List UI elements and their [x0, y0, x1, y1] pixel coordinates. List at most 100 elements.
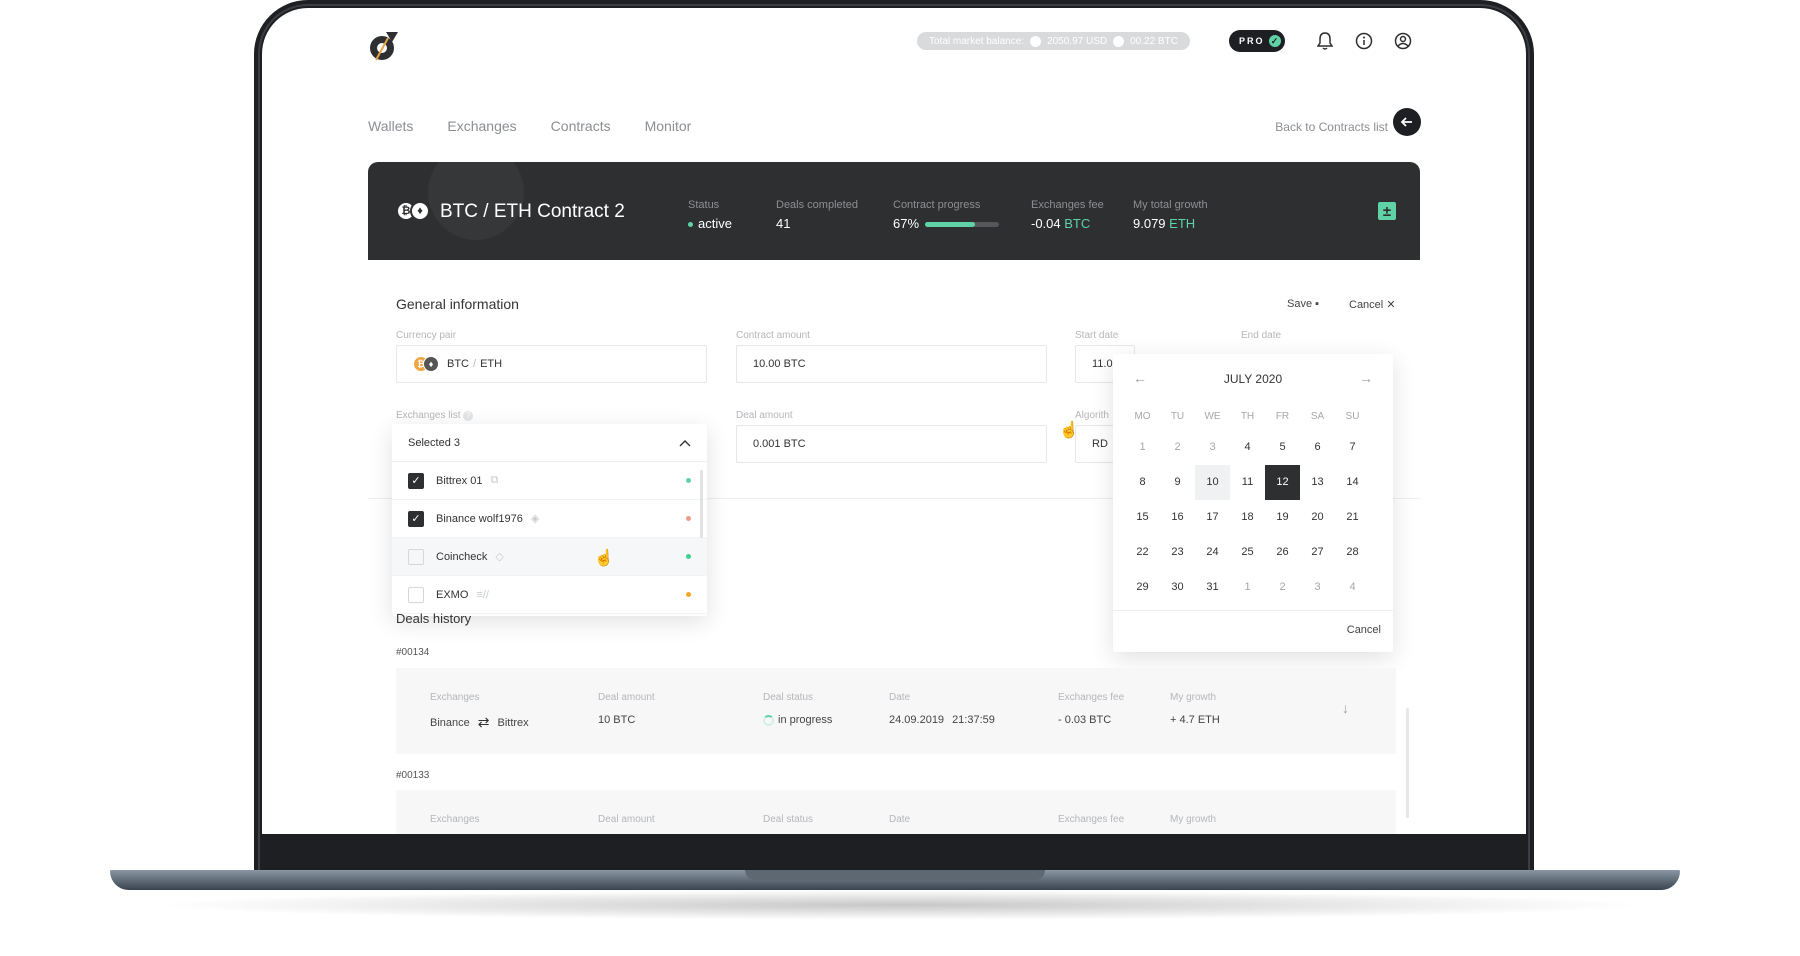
calendar-day-selected[interactable]: 12	[1265, 465, 1300, 500]
nav-contracts[interactable]: Contracts	[551, 118, 611, 134]
btc-coin-icon	[1030, 35, 1042, 47]
calendar-day[interactable]: 1	[1125, 430, 1160, 465]
info-icon[interactable]	[1351, 28, 1377, 54]
back-to-contracts-link[interactable]: Back to Contracts list	[1275, 120, 1388, 134]
calendar-cancel-button[interactable]: Cancel	[1347, 624, 1381, 636]
balance-btc: 00.22 BTC	[1130, 35, 1178, 47]
app-screen: Total market balance: 2050.97 USD 00.22 …	[262, 8, 1526, 834]
deal-fee: Exchanges fee	[1058, 814, 1125, 825]
calendar-day[interactable]: 3	[1195, 430, 1230, 465]
check-icon: ✓	[1268, 35, 1281, 47]
dropdown-header[interactable]: Selected 3	[392, 424, 707, 462]
binance-logo-icon: ◈	[530, 513, 540, 525]
calendar-day[interactable]: 13	[1300, 465, 1335, 500]
calendar-day[interactable]: 31	[1195, 570, 1230, 605]
deal-amount-field[interactable]: 0.001 BTC	[736, 425, 1047, 463]
deal-row[interactable]: Exchanges Deal amount Deal status Date E…	[396, 790, 1396, 834]
calendar-day[interactable]: 19	[1265, 500, 1300, 535]
progress-bar	[925, 222, 1000, 228]
exchange-option-coincheck[interactable]: Coincheck ◇	[392, 538, 707, 576]
calendar-day[interactable]: 22	[1125, 535, 1160, 570]
deal-id: #00133	[396, 770, 430, 781]
calendar-day[interactable]: 25	[1230, 535, 1265, 570]
expand-toggle-button[interactable]: ±	[1378, 202, 1396, 220]
calendar-day[interactable]: 18	[1230, 500, 1265, 535]
calendar-day[interactable]: 4	[1335, 570, 1370, 605]
exchange-name: Coincheck	[436, 550, 488, 563]
calendar-day[interactable]: 5	[1265, 430, 1300, 465]
calendar-day[interactable]: 8	[1125, 465, 1160, 500]
weekday-label: MO	[1134, 411, 1151, 422]
exmo-logo-icon: ≡//	[476, 588, 489, 601]
checkbox-unchecked[interactable]	[408, 586, 424, 603]
calendar-day[interactable]: 26	[1265, 535, 1300, 570]
calendar-day[interactable]: 21	[1335, 500, 1370, 535]
page-scrollbar[interactable]	[1406, 708, 1409, 818]
deal-fee: Exchanges fee - 0.03 BTC	[1058, 692, 1125, 726]
nav-monitor[interactable]: Monitor	[645, 118, 692, 134]
calendar-day[interactable]: 10	[1195, 465, 1230, 500]
progress-value: 67%	[893, 216, 920, 231]
status-dot	[688, 222, 693, 228]
deal-row[interactable]: Exchanges Binance ⇄ Bittrex Deal amount 10…	[396, 668, 1396, 754]
pro-badge[interactable]: PRO ✓	[1229, 30, 1285, 52]
calendar-day[interactable]: 17	[1195, 500, 1230, 535]
dropdown-scrollbar[interactable]	[700, 470, 703, 538]
calendar-day[interactable]: 2	[1160, 430, 1195, 465]
pair-icons: ₿ ♦	[396, 201, 430, 221]
expand-arrow-down-icon[interactable]: ↓	[1342, 700, 1349, 716]
deal-id: #00134	[396, 647, 430, 658]
bell-icon[interactable]	[1312, 28, 1338, 54]
weekday-label: FR	[1275, 411, 1290, 422]
contract-amount-field[interactable]: 10.00 BTC	[736, 345, 1047, 383]
calendar-day[interactable]: 6	[1300, 430, 1335, 465]
calendar-day[interactable]: 15	[1125, 500, 1160, 535]
calendar-day[interactable]: 9	[1160, 465, 1195, 500]
pair-base: BTC	[447, 358, 469, 370]
calendar-day[interactable]: 14	[1335, 465, 1370, 500]
calendar-day[interactable]: 11	[1230, 465, 1265, 500]
checkbox-unchecked[interactable]	[408, 548, 424, 565]
exchange-option-bittrex[interactable]: ✓ Bittrex 01 ⧉	[392, 462, 707, 500]
exchange-option-binance[interactable]: ✓ Binance wolf1976 ◈	[392, 500, 707, 538]
calendar-day[interactable]: 30	[1160, 570, 1195, 605]
calendar-day[interactable]: 3	[1300, 570, 1335, 605]
checkbox-checked[interactable]: ✓	[408, 510, 424, 527]
next-month-arrow-icon[interactable]: →	[1359, 370, 1373, 386]
growth-stat: My total growth 9.079 ETH	[1133, 199, 1208, 231]
calendar-day[interactable]: 24	[1195, 535, 1230, 570]
calendar-day[interactable]: 7	[1335, 430, 1370, 465]
deal-amount: Deal amount	[598, 814, 655, 825]
back-arrow-button[interactable]	[1393, 108, 1421, 136]
balance-usd: 2050.97 USD	[1047, 35, 1108, 47]
app-logo-icon[interactable]	[366, 30, 400, 64]
deals-history-title: Deals history	[396, 611, 472, 626]
calendar-day[interactable]: 29	[1125, 570, 1160, 605]
calendar-day[interactable]: 4	[1230, 430, 1265, 465]
currency-pair-field[interactable]: ₿ ♦ BTC / ETH	[396, 345, 707, 383]
start-date-label: Start date	[1075, 330, 1119, 341]
calendar-day[interactable]: 28	[1335, 535, 1370, 570]
calendar-day[interactable]: 16	[1160, 500, 1195, 535]
help-icon[interactable]: ?	[463, 411, 474, 421]
save-button[interactable]: Save ▪	[1287, 298, 1319, 310]
checkbox-checked[interactable]: ✓	[408, 472, 424, 489]
nav-exchanges[interactable]: Exchanges	[447, 118, 516, 134]
growth-value: 9.079	[1133, 216, 1166, 231]
exchange-name: Binance wolf1976	[436, 512, 523, 525]
calendar-day[interactable]: 23	[1160, 535, 1195, 570]
calendar-day[interactable]: 20	[1300, 500, 1335, 535]
deal-status: Deal status in progress	[763, 692, 833, 726]
nav-wallets[interactable]: Wallets	[368, 118, 413, 134]
calendar-day[interactable]: 27	[1300, 535, 1335, 570]
exchanges-dropdown: Selected 3 ✓ Bittrex 01 ⧉ ✓ Binance wolf…	[392, 424, 707, 616]
coincheck-logo-icon: ◇	[495, 551, 504, 563]
general-info-title: General information	[396, 296, 519, 312]
contract-title: BTC / ETH Contract 2	[440, 201, 625, 222]
calendar-day[interactable]: 2	[1265, 570, 1300, 605]
calendar-day[interactable]: 1	[1230, 570, 1265, 605]
exchange-option-exmo[interactable]: EXMO ≡//	[392, 576, 707, 614]
user-avatar-icon[interactable]	[1390, 28, 1416, 54]
calendar-month: JULY 2020	[1223, 372, 1283, 386]
cancel-button[interactable]: Cancel ✕	[1349, 298, 1396, 311]
